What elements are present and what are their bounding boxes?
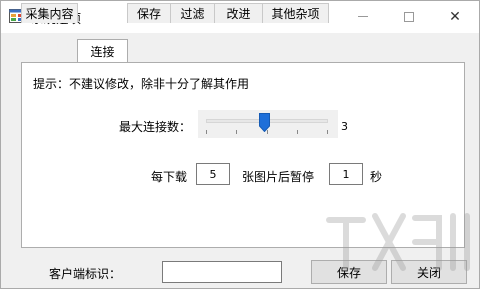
save-button[interactable]: 保存 bbox=[311, 260, 387, 284]
slider-thumb[interactable] bbox=[259, 113, 270, 132]
tab-collect-content[interactable]: 采集内容 bbox=[21, 3, 78, 23]
close-button[interactable]: 关闭 bbox=[391, 260, 467, 284]
tab-label: 保存 bbox=[136, 7, 161, 21]
minimize-icon bbox=[358, 16, 368, 17]
client-id-input[interactable] bbox=[162, 261, 282, 283]
tab-label: 过滤 bbox=[180, 7, 205, 21]
maximize-icon bbox=[404, 11, 414, 22]
tab-label: 其他杂项 bbox=[271, 7, 320, 21]
max-connections-slider[interactable] bbox=[198, 110, 338, 138]
pause-middle-label: 张图片后暂停 bbox=[242, 170, 315, 184]
minimize-button[interactable] bbox=[340, 1, 386, 32]
max-connections-value: 3 bbox=[341, 120, 348, 133]
tab-label: 连接 bbox=[90, 44, 115, 59]
tab-save[interactable]: 保存 bbox=[127, 3, 171, 23]
tab-connection[interactable]: 连接 bbox=[77, 39, 128, 62]
max-connections-label: 最大连接数： bbox=[119, 120, 192, 134]
tab-improve[interactable]: 改进 bbox=[214, 3, 263, 23]
tab-misc[interactable]: 其他杂项 bbox=[262, 3, 329, 23]
tab-label: 采集内容 bbox=[25, 7, 74, 21]
hint-text: 提示：不建议修改，除非十分了解其作用 bbox=[33, 77, 250, 91]
pause-count-input[interactable]: 5 bbox=[196, 163, 230, 185]
options-window: 系统选项 ✕ 采集内容 连接 保存 过滤 改进 其他杂项 提示：不建议修改，除非… bbox=[0, 0, 480, 289]
close-icon: ✕ bbox=[449, 8, 461, 25]
close-window-button[interactable]: ✕ bbox=[432, 1, 478, 32]
maximize-button[interactable] bbox=[386, 1, 432, 32]
pause-prefix-label: 每下载 bbox=[151, 170, 188, 184]
pause-unit-label: 秒 bbox=[370, 170, 383, 184]
tab-label: 改进 bbox=[226, 7, 251, 21]
client-id-label: 客户端标识： bbox=[49, 267, 122, 281]
tab-filter[interactable]: 过滤 bbox=[170, 3, 215, 23]
pause-seconds-input[interactable]: 1 bbox=[329, 163, 363, 185]
